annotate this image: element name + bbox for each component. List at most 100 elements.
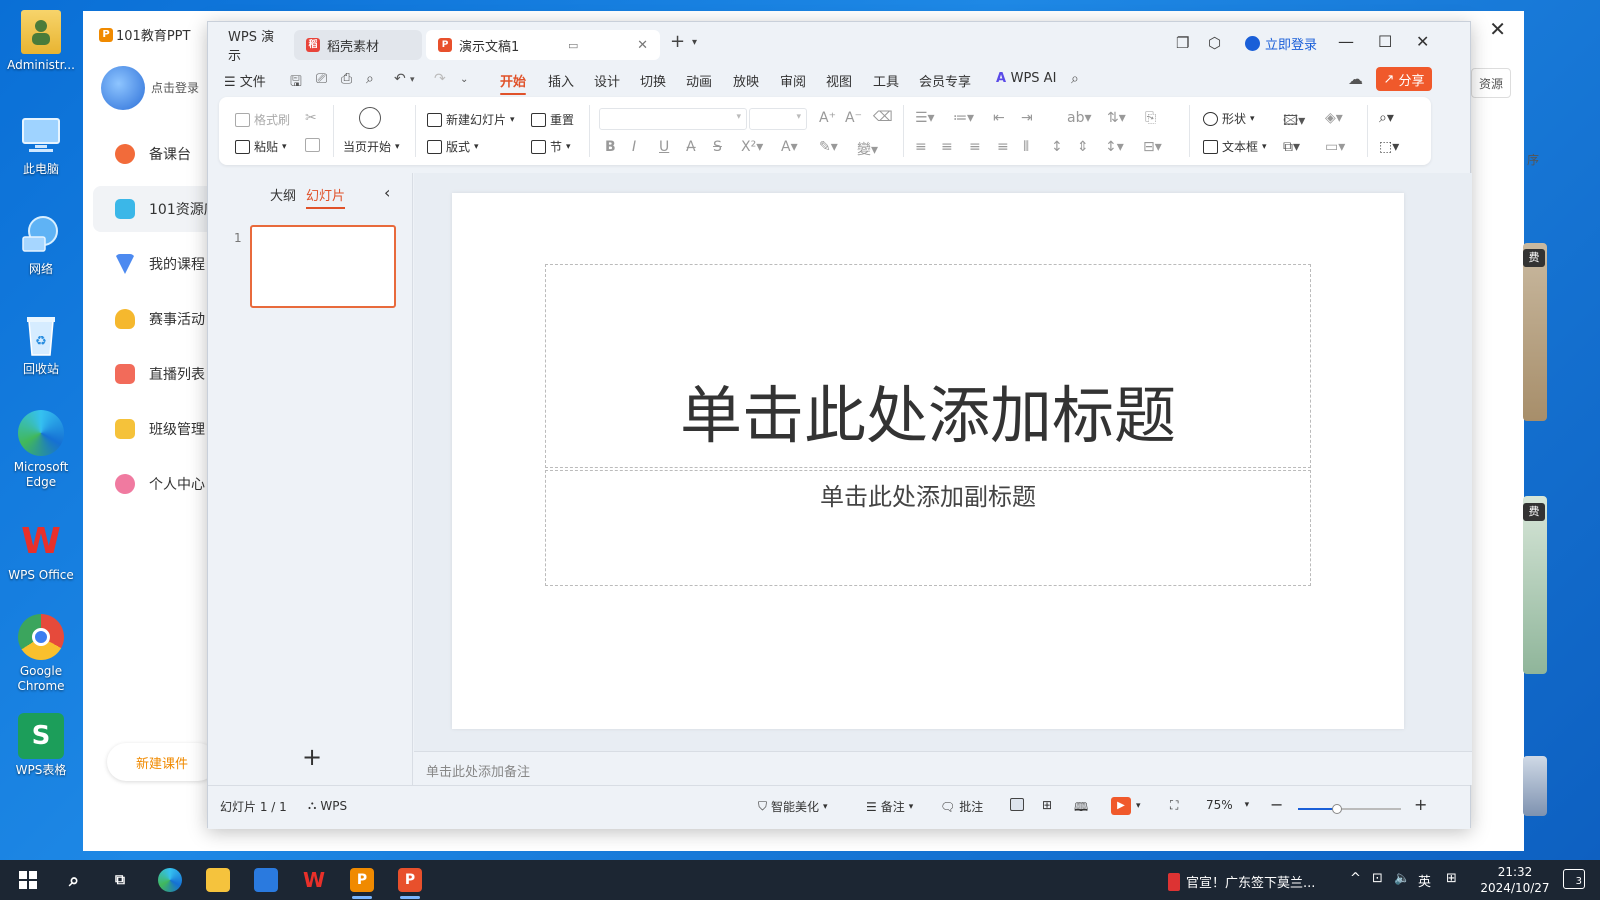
print-icon[interactable]: ⎙ [341,71,352,87]
tab-docer[interactable]: 稻 稻壳素材 [294,30,422,60]
decrease-font-icon[interactable]: A⁻ [845,110,862,126]
tab-close-icon[interactable]: ✕ [637,38,648,53]
add-slide-plus-icon[interactable]: + [302,743,322,771]
collapse-panel-icon[interactable]: ‹ [384,183,390,202]
text-effect-icon[interactable]: 變▾ [857,139,878,159]
clear-format-icon[interactable]: ⌫ [873,109,893,125]
slideshow-play-icon[interactable]: ▶ [1111,797,1131,815]
desktop-icon-chrome[interactable]: Google Chrome [4,614,78,694]
menu-member[interactable]: 会员专享 [919,71,971,90]
desktop-icon-this-pc[interactable]: 此电脑 [4,112,78,177]
normal-view-button[interactable] [1010,798,1024,811]
tab-list-chevron-icon[interactable]: ▾ [692,37,697,48]
edge-taskbar-icon[interactable] [158,868,182,892]
bold-icon[interactable]: B [605,139,616,155]
distribute-icon[interactable]: ⦀ [1023,139,1029,155]
app101-resource-button[interactable]: 资源 [1471,68,1511,98]
share-button[interactable]: ↗ 分享 [1376,67,1432,91]
menu-insert[interactable]: 插入 [548,71,574,90]
brush-icon[interactable]: ⎚ [316,71,327,87]
font-family-select[interactable]: ▾ [599,108,747,130]
notes-input[interactable]: 单击此处添加备注 [414,751,1472,785]
align-right-icon[interactable]: ≡ [969,139,981,155]
volume-muted-icon[interactable]: 🔈 [1394,871,1410,886]
italic-icon[interactable]: I [632,139,636,155]
comments-button[interactable]: 🗨 批注 [940,798,983,815]
find-icon[interactable]: ⌕▾ [1379,110,1394,126]
store-icon[interactable] [254,868,278,892]
align-left-icon[interactable]: ≡ [915,139,927,155]
resource-thumbnail[interactable] [1523,243,1547,421]
fit-window-button[interactable]: ⛶ [1170,798,1178,813]
resource-thumbnail[interactable] [1523,496,1547,674]
tab-pin-icon[interactable]: ▭ [568,39,578,52]
desktop-icon-user-folder[interactable]: Administr... [4,10,78,73]
desktop-icon-network[interactable]: 网络 [4,212,78,277]
undo-icon[interactable]: ↶ [394,71,406,87]
wps-presentation-taskbar-icon[interactable]: P [398,868,422,892]
zoom-slider-handle[interactable] [1332,804,1343,814]
app101-taskbar-icon[interactable]: P [350,868,374,892]
select-icon[interactable]: ⬚▾ [1379,139,1399,155]
zoom-out-icon[interactable]: − [1270,795,1283,814]
ime-grid-icon[interactable]: ⊞ [1446,871,1457,886]
start-windows-icon[interactable] [16,868,40,892]
font-size-select[interactable]: ▾ [749,108,807,130]
fill-icon[interactable]: ◈▾ [1325,110,1343,126]
more-chevron-icon[interactable]: ⌄ [460,74,468,85]
notes-toggle-button[interactable]: ☰ 备注 ▾ [866,798,913,815]
title-placeholder[interactable]: 单击此处添加标题 [545,264,1311,468]
ime-indicator[interactable]: 英 [1418,871,1431,890]
clock[interactable]: 21:32 2024/10/27 [1480,864,1550,896]
subtitle-placeholder[interactable]: 单击此处添加副标题 [545,470,1311,586]
resource-thumbnail[interactable] [1523,756,1547,816]
superscript-icon[interactable]: X²▾ [741,139,763,155]
cube-icon[interactable]: ⬡ [1208,34,1221,52]
spacing-options-icon[interactable]: ↕▾ [1105,139,1124,155]
new-slide-button[interactable]: 新建幻灯片 ▾ [427,111,515,128]
highlight-icon[interactable]: ✎▾ [819,139,838,155]
undo-chevron-icon[interactable]: ▾ [410,75,415,85]
redo-icon[interactable]: ↷ [434,71,446,87]
strikethrough-a-icon[interactable]: A̶ [686,139,696,155]
maximize-icon[interactable]: ☐ [1378,32,1392,51]
slide[interactable]: 单击此处添加标题 单击此处添加副标题 [452,193,1404,729]
tab-wps-home[interactable]: WPS 演示 [216,30,294,64]
close-icon[interactable]: ✕ [1416,32,1429,51]
close-icon[interactable]: ✕ [1489,17,1506,41]
arrange-icon[interactable]: ⧉▾ [1283,139,1300,155]
desktop-icon-wps-sheets[interactable]: S WPS表格 [4,713,78,778]
menu-animation[interactable]: 动画 [686,71,712,90]
underline-icon[interactable]: U [659,139,669,155]
login-link[interactable]: 立即登录 [1245,34,1317,53]
file-explorer-icon[interactable] [206,868,230,892]
slide-sorter-button[interactable]: ⊞ [1042,798,1052,812]
increase-font-icon[interactable]: A⁺ [819,110,836,126]
cut-button[interactable]: ✂ [305,110,317,126]
reading-view-button[interactable]: 🕮 [1074,798,1088,819]
new-courseware-button[interactable]: 新建课件 [107,743,217,781]
increase-indent-icon[interactable]: ⇥ [1021,110,1033,126]
menu-transition[interactable]: 切换 [640,71,666,90]
layout-button[interactable]: 版式 ▾ [427,138,479,155]
zoom-in-icon[interactable]: + [1414,795,1427,814]
desktop-icon-edge[interactable]: Microsoft Edge [4,410,78,490]
tab-slides[interactable]: 幻灯片 [306,185,346,209]
play-from-current-button[interactable]: 当页开始 ▾ [343,138,400,155]
justify-icon[interactable]: ≡ [997,139,1009,155]
tray-expand-icon[interactable]: ^ [1350,871,1361,886]
new-tab-plus-icon[interactable]: + [670,31,685,52]
smart-beautify-button[interactable]: ⛉ 智能美化 ▾ [758,798,828,815]
tab-presentation-1[interactable]: P 演示文稿1 ▭ ✕ [426,30,660,60]
text-direction-icon[interactable]: ab▾ [1067,110,1092,126]
zoom-slider[interactable] [1298,804,1401,814]
picture-icon[interactable]: 🖾▾ [1283,110,1305,134]
slide-thumbnail[interactable] [250,225,396,308]
notification-center-icon[interactable]: 3 [1563,869,1585,889]
shape-button[interactable]: 形状 ▾ [1203,110,1255,127]
wps-brand[interactable]: ⛬ WPS [308,798,347,813]
menu-tools[interactable]: 工具 [873,71,899,90]
wps-office-taskbar-icon[interactable]: W [302,868,326,892]
task-view-icon[interactable]: ⧉ [108,868,132,892]
avatar[interactable] [101,66,145,110]
